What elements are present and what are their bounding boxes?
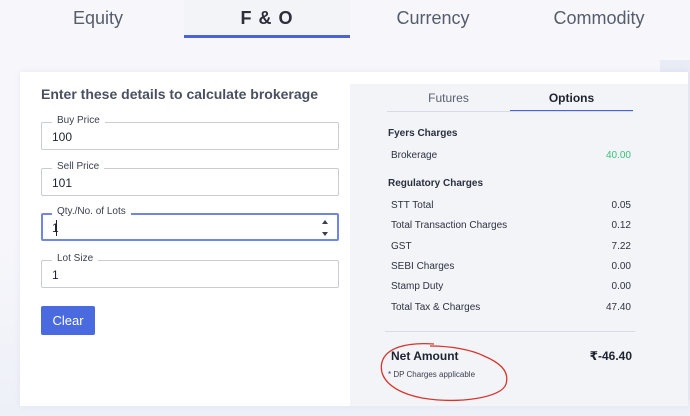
lot-size-field[interactable]: Lot Size 1 xyxy=(41,253,339,288)
dp-charges-note: * DP Charges applicable xyxy=(388,370,476,379)
lot-size-value: 1 xyxy=(52,268,59,282)
lot-size-label: Lot Size xyxy=(52,253,99,264)
tab-futures[interactable]: Futures xyxy=(387,86,510,112)
clear-button[interactable]: Clear xyxy=(41,306,95,335)
sell-price-value: 101 xyxy=(52,176,73,190)
charge-value: 47.40 xyxy=(605,302,631,313)
form-title: Enter these details to calculate brokera… xyxy=(41,86,318,102)
charge-row-sebi: SEBI Charges 0.00 xyxy=(391,259,631,275)
fyers-charges-title: Fyers Charges xyxy=(388,128,458,139)
net-amount-value: ₹-46.40 xyxy=(589,349,632,363)
tab-commodity[interactable]: Commodity xyxy=(516,0,682,38)
quantity-stepper[interactable] xyxy=(321,220,329,236)
charge-value: 0.00 xyxy=(611,281,631,292)
charge-row-stt: STT Total 0.05 xyxy=(391,198,631,214)
stepper-up-icon[interactable] xyxy=(322,220,328,224)
buy-price-field[interactable]: Buy Price 100 xyxy=(41,115,339,150)
tab-equity[interactable]: Equity xyxy=(12,0,184,38)
charge-row-stamp-duty: Stamp Duty 0.00 xyxy=(391,279,631,295)
segment-tabs: Equity F & O Currency Commodity xyxy=(0,0,690,38)
buy-price-label: Buy Price xyxy=(52,115,105,126)
brokerage-calculator-card: Enter these details to calculate brokera… xyxy=(20,72,688,406)
charge-row-gst: GST 7.22 xyxy=(391,239,631,255)
charge-row-brokerage: Brokerage 40.00 xyxy=(391,148,631,164)
charge-label: Total Transaction Charges xyxy=(391,220,508,231)
tab-currency[interactable]: Currency xyxy=(350,0,516,38)
net-amount-label: Net Amount xyxy=(391,349,459,363)
instrument-tabs: Futures Options xyxy=(387,86,633,112)
tab-options[interactable]: Options xyxy=(510,86,633,112)
charge-label: Total Tax & Charges xyxy=(391,302,481,313)
results-panel: Futures Options Fyers Charges Brokerage … xyxy=(350,84,688,406)
charge-row-transaction: Total Transaction Charges 0.12 xyxy=(391,218,631,234)
quantity-lots-field[interactable]: Qty./No. of Lots 1 xyxy=(41,206,339,241)
charge-value: 0.00 xyxy=(611,261,631,272)
charge-label: SEBI Charges xyxy=(391,261,455,272)
sell-price-field[interactable]: Sell Price 101 xyxy=(41,161,339,196)
regulatory-charges-title: Regulatory Charges xyxy=(388,178,484,189)
charge-value: 0.12 xyxy=(611,220,631,231)
charge-value: 7.22 xyxy=(611,241,631,252)
quantity-lots-label: Qty./No. of Lots xyxy=(52,206,131,217)
charge-label: GST xyxy=(391,241,412,252)
text-caret xyxy=(56,220,57,236)
charge-value: 40.00 xyxy=(605,150,631,161)
tabs-divider xyxy=(387,111,633,112)
charge-label: Brokerage xyxy=(391,150,438,161)
tab-fno[interactable]: F & O xyxy=(184,0,350,38)
charge-label: STT Total xyxy=(391,200,434,211)
panel-divider xyxy=(385,331,635,332)
charge-label: Stamp Duty xyxy=(391,281,444,292)
charge-row-total-tax: Total Tax & Charges 47.40 xyxy=(391,300,631,316)
buy-price-value: 100 xyxy=(52,130,73,144)
charge-value: 0.05 xyxy=(611,200,631,211)
sell-price-label: Sell Price xyxy=(52,161,105,172)
stepper-down-icon[interactable] xyxy=(322,232,328,236)
